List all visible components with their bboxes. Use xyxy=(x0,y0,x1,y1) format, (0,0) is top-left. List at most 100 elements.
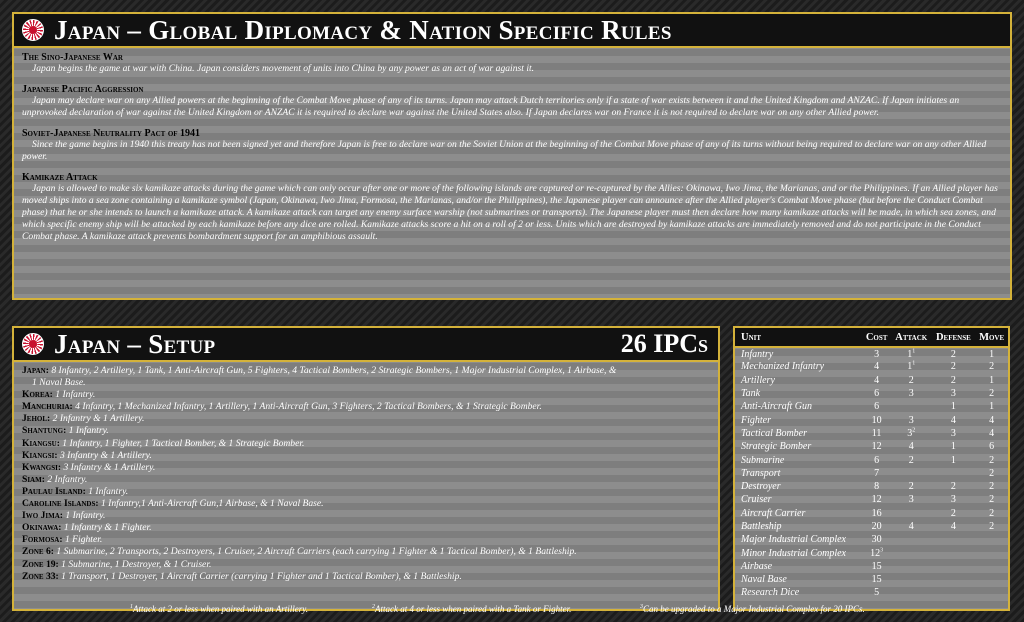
setup-units: 1 Fighter. xyxy=(64,534,103,546)
unit-cost: 30 xyxy=(862,533,891,546)
setup-title: Japan – Setup xyxy=(54,328,216,359)
rules-panel: Japan – Global Diplomacy & Nation Specif… xyxy=(12,12,1012,300)
unit-attack: 2 xyxy=(891,374,931,387)
setup-location: Siam: xyxy=(22,473,45,485)
footnote-mark: 1 xyxy=(912,361,916,368)
footnote-text: Attack at 4 or less when paired with a T… xyxy=(375,604,572,614)
unit-defense: 2 xyxy=(950,348,956,360)
unit-attack xyxy=(891,546,931,559)
unit-move: 2 xyxy=(989,454,995,466)
unit-row: Airbase 15 xyxy=(735,560,1008,573)
unit-attack xyxy=(891,507,931,520)
unit-defense: 2 xyxy=(950,361,956,373)
unit-name: Transport xyxy=(741,467,781,479)
unit-cost-value: 11 xyxy=(871,427,882,439)
header-defense: Defense xyxy=(931,328,976,348)
unit-attack: 3 xyxy=(891,493,931,506)
unit-cost: 5 xyxy=(862,586,891,599)
unit-attack: 32 xyxy=(891,427,931,440)
unit-move: 2 xyxy=(989,388,995,400)
units-table: Unit Cost Attack Defense Move Infantry 3 1… xyxy=(735,328,1008,600)
unit-cost-value: 12 xyxy=(870,547,881,559)
unit-row: Destroyer 8 2 2 2 xyxy=(735,480,1008,493)
unit-defense xyxy=(932,546,976,559)
setup-location: Shantung: xyxy=(22,425,67,437)
rule-section-text: Japan begins the game at war with China.… xyxy=(32,63,535,74)
header-unit: Unit xyxy=(735,328,863,348)
setup-row: Zone 6: 1 Submarine, 2 Transports, 2 Des… xyxy=(22,546,710,558)
unit-cost: 11 xyxy=(862,427,891,440)
unit-defense: 2 xyxy=(950,374,956,386)
rule-section-title: Kamikaze Attack xyxy=(22,172,98,183)
unit-defense: 1 xyxy=(950,441,956,453)
rising-sun-flag-icon xyxy=(22,19,44,41)
rule-section-text: Since the game begins in 1940 this treat… xyxy=(22,139,987,162)
setup-row: Shantung: 1 Infantry. xyxy=(22,425,710,437)
setup-row: Kiangsi: 3 Infantry & 1 Artillery. xyxy=(22,450,710,462)
unit-row: Major Industrial Complex 30 xyxy=(735,533,1008,546)
unit-cost-value: 4 xyxy=(874,374,880,386)
unit-cost: 6 xyxy=(862,453,891,466)
unit-row: Minor Industrial Complex 123 xyxy=(735,546,1008,559)
setup-location: Kiangsu: xyxy=(22,437,60,449)
unit-attack xyxy=(891,533,931,546)
unit-move: 2 xyxy=(989,521,995,532)
setup-units: 3 Infantry & 1 Artillery. xyxy=(59,449,152,461)
footnote-text: Can be upgraded to a Major Industrial Co… xyxy=(643,604,865,614)
setup-location: Jehol: xyxy=(22,413,51,425)
unit-attack xyxy=(891,573,931,586)
unit-row: Tank 6 3 3 2 xyxy=(735,387,1008,400)
rule-section-title: The Sino-Japanese War xyxy=(22,52,123,63)
setup-row: Caroline Islands: 1 Infantry,1 Anti-Airc… xyxy=(22,498,710,510)
setup-row: Okinawa: 1 Infantry & 1 Fighter. xyxy=(22,522,710,534)
unit-row: Research Dice 5 xyxy=(735,586,1008,599)
setup-location: Kiangsi: xyxy=(22,449,58,461)
unit-attack: 3 xyxy=(891,413,931,426)
unit-defense: 4 xyxy=(950,414,956,426)
unit-row: Naval Base 15 xyxy=(735,573,1008,586)
unit-cost: 10 xyxy=(862,413,891,426)
setup-location: Zone 33: xyxy=(22,570,59,582)
unit-attack: 3 xyxy=(891,387,931,400)
unit-name: Tank xyxy=(741,388,761,400)
unit-row: Mechanized Infantry 4 11 2 2 xyxy=(735,360,1008,373)
unit-name: Major Industrial Complex xyxy=(741,534,846,546)
setup-panel: Japan – Setup 26 IPCs Japan: 8 Infantry,… xyxy=(12,326,720,611)
unit-name: Anti-Aircraft Gun xyxy=(741,401,813,413)
unit-attack xyxy=(891,400,931,413)
footnotes: 1Attack at 2 or less when paired with an… xyxy=(0,603,1024,617)
setup-units: 1 Infantry. xyxy=(65,510,106,522)
unit-row: Cruiser 12 3 3 2 xyxy=(735,493,1008,506)
unit-move: 1 xyxy=(989,348,995,360)
setup-units: 4 Infantry, 1 Mechanized Infantry, 1 Art… xyxy=(75,401,542,413)
setup-location: Formosa: xyxy=(22,534,63,546)
unit-cost: 4 xyxy=(862,360,891,373)
unit-attack: 2 xyxy=(891,453,931,466)
unit-name: Artillery xyxy=(741,374,775,386)
unit-attack-value: 4 xyxy=(908,521,914,532)
unit-name: Aircraft Carrier xyxy=(741,507,806,519)
unit-row: Strategic Bomber 12 4 1 6 xyxy=(735,440,1008,453)
unit-cost-value: 6 xyxy=(874,388,880,400)
unit-name: Infantry xyxy=(741,348,774,360)
unit-cost: 15 xyxy=(862,560,891,573)
unit-defense xyxy=(932,533,976,546)
unit-attack: 4 xyxy=(891,440,931,453)
setup-units: 1 Infantry. xyxy=(55,389,96,401)
unit-defense: 3 xyxy=(950,388,956,400)
setup-units: 1 Submarine, 1 Destroyer, & 1 Cruiser. xyxy=(61,558,212,570)
unit-name: Naval Base xyxy=(741,574,787,586)
unit-defense: 4 xyxy=(950,521,956,532)
unit-defense: 2 xyxy=(950,481,956,493)
rules-title: Japan – Global Diplomacy & Nation Specif… xyxy=(54,14,672,45)
setup-units: 1 Infantry, 1 Fighter, 1 Tactical Bomber… xyxy=(62,437,305,449)
footnote: 2Attack at 4 or less when paired with a … xyxy=(372,603,571,615)
unit-row: Battleship 20 4 4 2 xyxy=(735,520,1008,533)
unit-attack-value: 2 xyxy=(908,454,914,466)
rule-section-title: Soviet-Japanese Neutrality Pact of 1941 xyxy=(22,128,201,139)
setup-units-continued: 1 Naval Base. xyxy=(32,377,86,389)
unit-attack: 11 xyxy=(891,347,931,360)
ipcs-value: 26 IPCs xyxy=(620,329,708,358)
unit-cost-value: 8 xyxy=(874,481,880,493)
unit-defense xyxy=(932,586,976,599)
